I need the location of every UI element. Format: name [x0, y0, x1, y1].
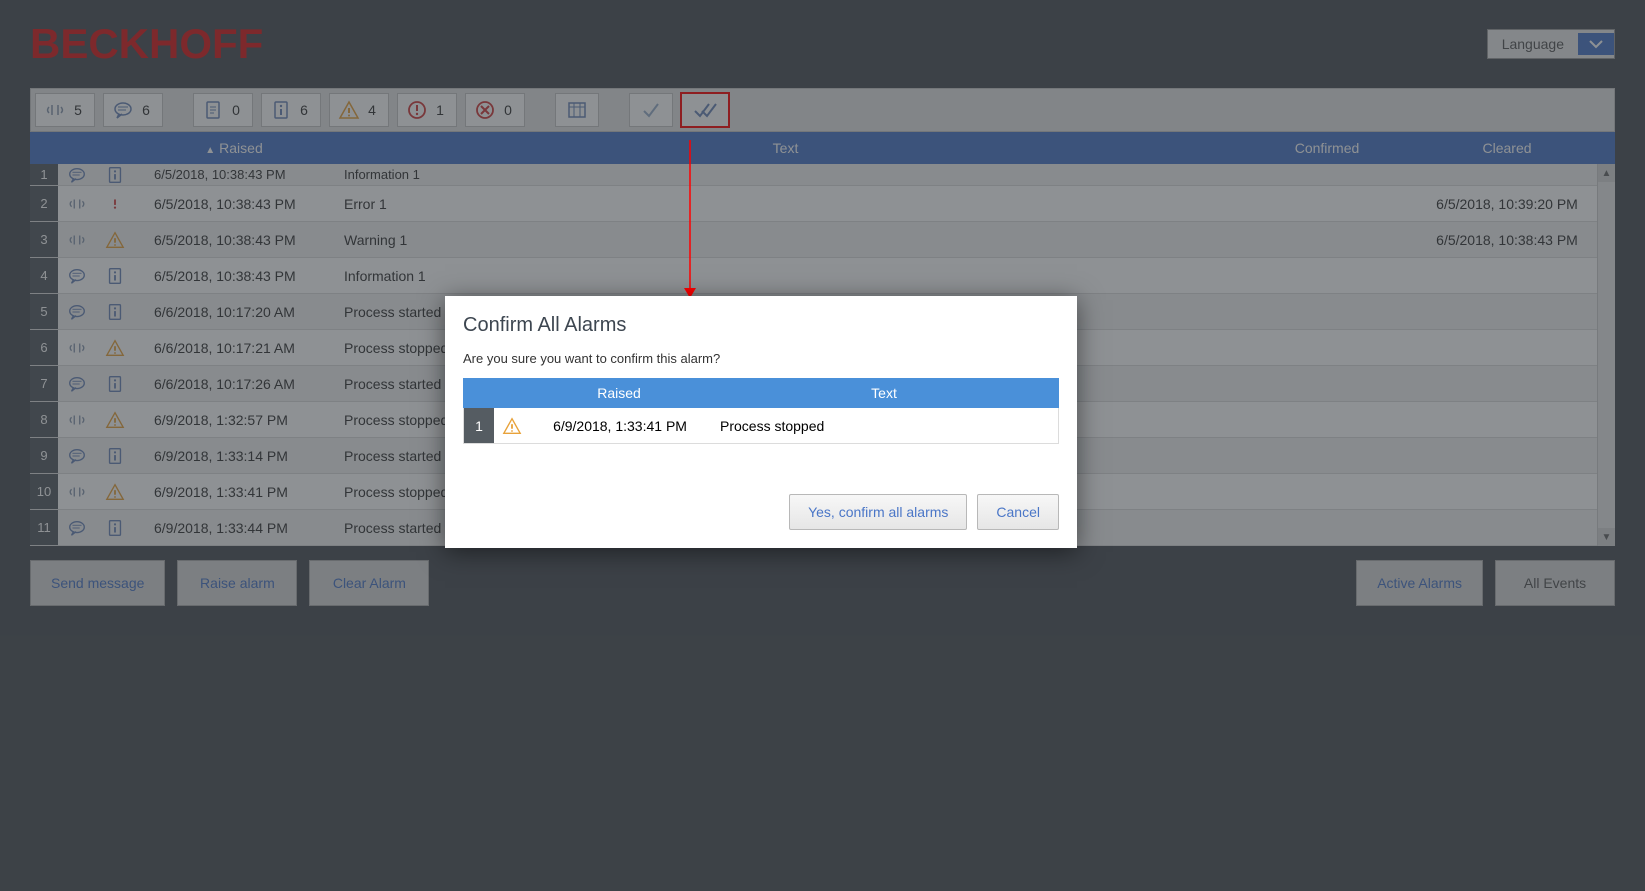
dialog-message: Are you sure you want to confirm this al…	[463, 351, 1059, 366]
dialog-table-row: 1 6/9/2018, 1:33:41 PM Process stopped	[463, 408, 1059, 444]
dialog-cancel-button[interactable]: Cancel	[977, 494, 1059, 530]
dialog-title: Confirm All Alarms	[463, 314, 1059, 337]
dialog-col-raised: Raised	[529, 385, 709, 401]
dialog-row-num: 1	[464, 408, 494, 443]
dialog-table-header: Raised Text	[463, 378, 1059, 408]
dialog-row-text: Process stopped	[710, 418, 1058, 434]
dialog-col-text: Text	[709, 385, 1059, 401]
dialog-yes-button[interactable]: Yes, confirm all alarms	[789, 494, 967, 530]
confirm-dialog: Confirm All Alarms Are you sure you want…	[445, 296, 1077, 548]
dialog-row-raised: 6/9/2018, 1:33:41 PM	[530, 418, 710, 434]
warning-icon	[494, 416, 530, 436]
